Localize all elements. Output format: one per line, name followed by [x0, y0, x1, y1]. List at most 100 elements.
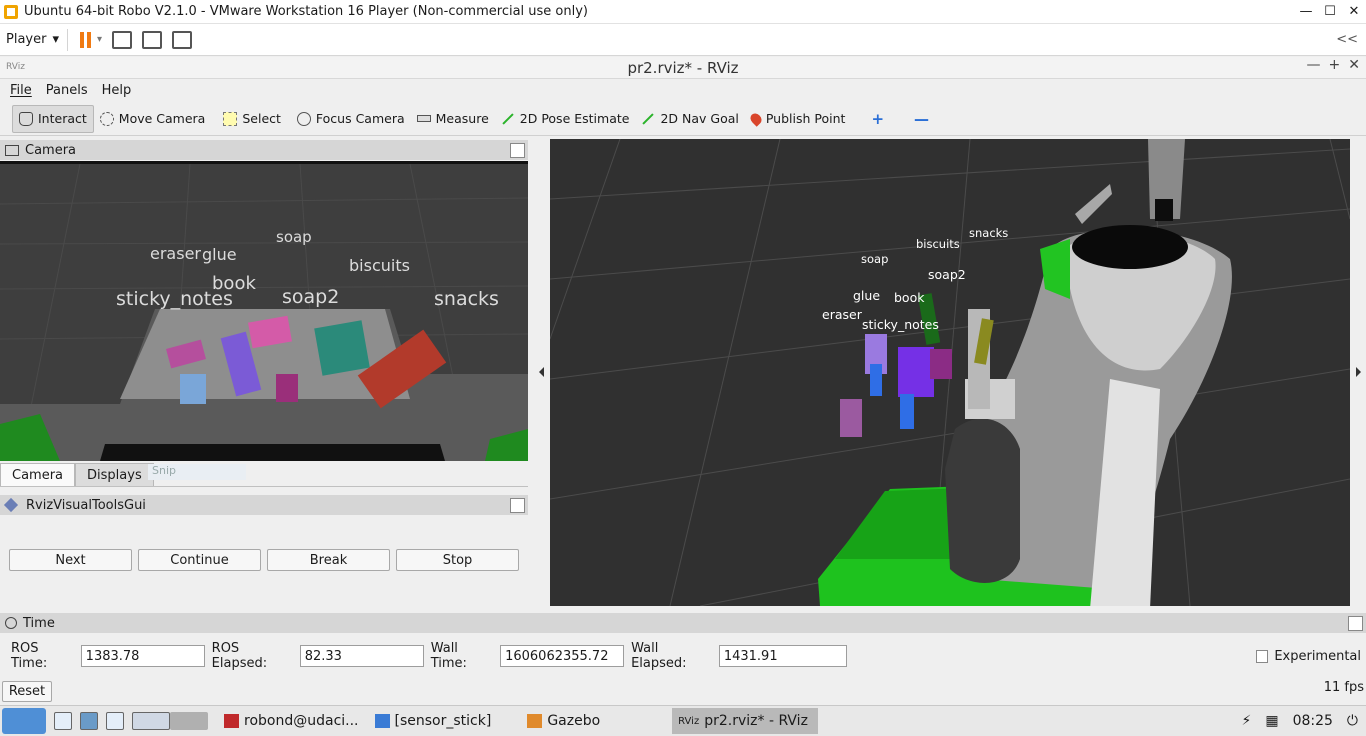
nav-goal-tool[interactable]: 2D Nav Goal: [635, 105, 744, 133]
pause-dropdown-icon[interactable]: ▾: [97, 34, 102, 45]
power-icon[interactable]: ⏻: [1347, 713, 1358, 729]
move-camera-tool[interactable]: Move Camera: [94, 105, 212, 133]
select-icon: [223, 111, 238, 126]
stop-button[interactable]: Stop: [396, 549, 519, 571]
focus-camera-tool[interactable]: Focus Camera: [291, 105, 411, 133]
camera-label-eraser: eraser: [150, 244, 201, 263]
gazebo-icon: [527, 714, 543, 728]
publish-point-label: Publish Point: [765, 111, 846, 126]
camera-image-view[interactable]: eraser glue soap biscuits book sticky_no…: [0, 161, 528, 461]
terminal-icon[interactable]: [106, 712, 124, 730]
clock-icon: [5, 617, 17, 629]
3d-scene: snacks biscuits soap soap2 glue book era…: [550, 139, 1350, 606]
select-tool[interactable]: Select: [217, 105, 287, 133]
wall-elapsed-field[interactable]: [718, 645, 847, 667]
collapse-left-icon[interactable]: [539, 367, 544, 377]
collapse-right-icon[interactable]: [1356, 367, 1361, 377]
3d-render-view[interactable]: snacks biscuits soap soap2 glue book era…: [550, 139, 1350, 606]
green-arrow-icon: [642, 112, 655, 125]
collapse-toolbar-button[interactable]: <<: [1336, 32, 1358, 47]
remove-tool-button[interactable]: —: [908, 105, 935, 133]
wall-time-label: Wall Time:: [430, 641, 467, 671]
rviz-task-icon: RViz: [678, 715, 700, 727]
workspace-1-icon[interactable]: [132, 712, 170, 730]
pause-icon[interactable]: [80, 31, 91, 48]
interact-label: Interact: [38, 111, 87, 126]
tools-toolbar: Interact Move Camera Select Focus Camera…: [0, 102, 1366, 136]
camera-label-snacks: snacks: [434, 288, 499, 310]
menu-file[interactable]: File: [10, 83, 32, 98]
camera-panel-title: Camera: [25, 142, 77, 158]
player-menu[interactable]: Player ▾: [6, 32, 59, 47]
task-rviz[interactable]: RViz pr2.rviz* - RViz: [672, 708, 819, 734]
camera-label-biscuits: biscuits: [349, 256, 410, 275]
interact-tool[interactable]: Interact: [12, 104, 94, 133]
vmware-logo-icon: [4, 4, 18, 19]
camera-label-sticky-notes: sticky_notes: [116, 288, 233, 310]
rviz-maximize-button[interactable]: +: [1329, 57, 1341, 73]
separator: [67, 28, 68, 51]
ros-elapsed-field[interactable]: [299, 645, 424, 667]
ros-elapsed-label: ROS Elapsed:: [211, 641, 268, 671]
publish-point-tool[interactable]: Publish Point: [745, 105, 852, 133]
time-row: ROS Time: ROS Elapsed: Wall Time: Wall E…: [0, 641, 1366, 671]
time-panel-title: Time: [23, 615, 55, 631]
network-icon[interactable]: [80, 712, 98, 730]
camera-label-soap: soap: [276, 228, 312, 246]
pose-estimate-tool[interactable]: 2D Pose Estimate: [495, 105, 636, 133]
menu-help[interactable]: Help: [102, 83, 132, 98]
time-panel-undock-checkbox[interactable]: [1348, 615, 1363, 631]
reset-button[interactable]: Reset: [2, 681, 52, 702]
start-menu-icon[interactable]: [2, 708, 46, 734]
menu-bar: File Panels Help: [0, 79, 1366, 101]
camera-scene: eraser glue soap biscuits book sticky_no…: [0, 164, 528, 461]
vmware-title-bar: Ubuntu 64-bit Robo V2.1.0 - VMware Works…: [0, 0, 1366, 24]
chevron-down-icon: ▾: [52, 32, 59, 47]
network-tray-icon[interactable]: ▦: [1265, 713, 1278, 729]
continue-button[interactable]: Continue: [138, 549, 261, 571]
experimental-checkbox[interactable]: [1255, 649, 1269, 663]
send-ctrl-alt-del-icon[interactable]: [112, 30, 133, 49]
right-splitter[interactable]: [1352, 139, 1366, 607]
ros-time-label: ROS Time:: [11, 641, 48, 671]
file-manager-icon[interactable]: [54, 712, 72, 730]
next-button[interactable]: Next: [9, 549, 132, 571]
clock-readout[interactable]: 08:25: [1293, 713, 1333, 729]
maximize-button[interactable]: ☐: [1318, 4, 1342, 19]
measure-tool[interactable]: Measure: [411, 105, 495, 133]
panel-diamond-icon: [3, 497, 19, 513]
taskbar: robond@udaci... [sensor_stick] Gazebo RV…: [0, 705, 1366, 736]
wall-time-field[interactable]: [500, 645, 625, 667]
menu-panels[interactable]: Panels: [46, 83, 88, 98]
minus-icon: —: [914, 109, 930, 128]
task-sensor-stick-label: [sensor_stick]: [394, 713, 492, 729]
add-tool-button[interactable]: +: [865, 105, 890, 133]
rviz-visual-tools-title: RvizVisualToolsGui: [26, 497, 146, 513]
panel-tabs: Camera Displays Snip: [0, 463, 528, 487]
workspace-2-icon[interactable]: [170, 712, 208, 730]
measure-label: Measure: [435, 111, 489, 126]
tab-camera[interactable]: Camera: [0, 463, 76, 486]
rviz-logo-icon: RViz: [6, 62, 25, 72]
tab-displays[interactable]: Displays: [75, 463, 154, 486]
scene-label-soap: soap: [861, 252, 888, 266]
lightning-icon[interactable]: ⚡: [1241, 713, 1251, 729]
rviz-minimize-button[interactable]: —: [1307, 57, 1321, 73]
task-sensor-stick[interactable]: [sensor_stick]: [369, 708, 498, 734]
rviz-visual-tools-undock-checkbox[interactable]: [510, 497, 525, 513]
rviz-close-button[interactable]: ✕: [1348, 57, 1360, 73]
unity-icon[interactable]: [172, 30, 193, 49]
folder-icon: [374, 714, 390, 728]
ros-time-field[interactable]: [80, 645, 205, 667]
task-terminal[interactable]: robond@udaci...: [218, 708, 365, 734]
camera-panel-undock-checkbox[interactable]: [510, 142, 525, 158]
pose-estimate-label: 2D Pose Estimate: [519, 111, 630, 126]
left-splitter[interactable]: [536, 139, 548, 607]
break-button[interactable]: Break: [267, 549, 390, 571]
minimize-button[interactable]: —: [1294, 4, 1318, 19]
fullscreen-icon[interactable]: [142, 30, 163, 49]
close-button[interactable]: ✕: [1342, 4, 1366, 19]
rviz-visual-tools-header: RvizVisualToolsGui: [0, 495, 528, 515]
task-gazebo[interactable]: Gazebo: [521, 708, 606, 734]
rviz-window-title: pr2.rviz* - RViz: [627, 58, 739, 77]
